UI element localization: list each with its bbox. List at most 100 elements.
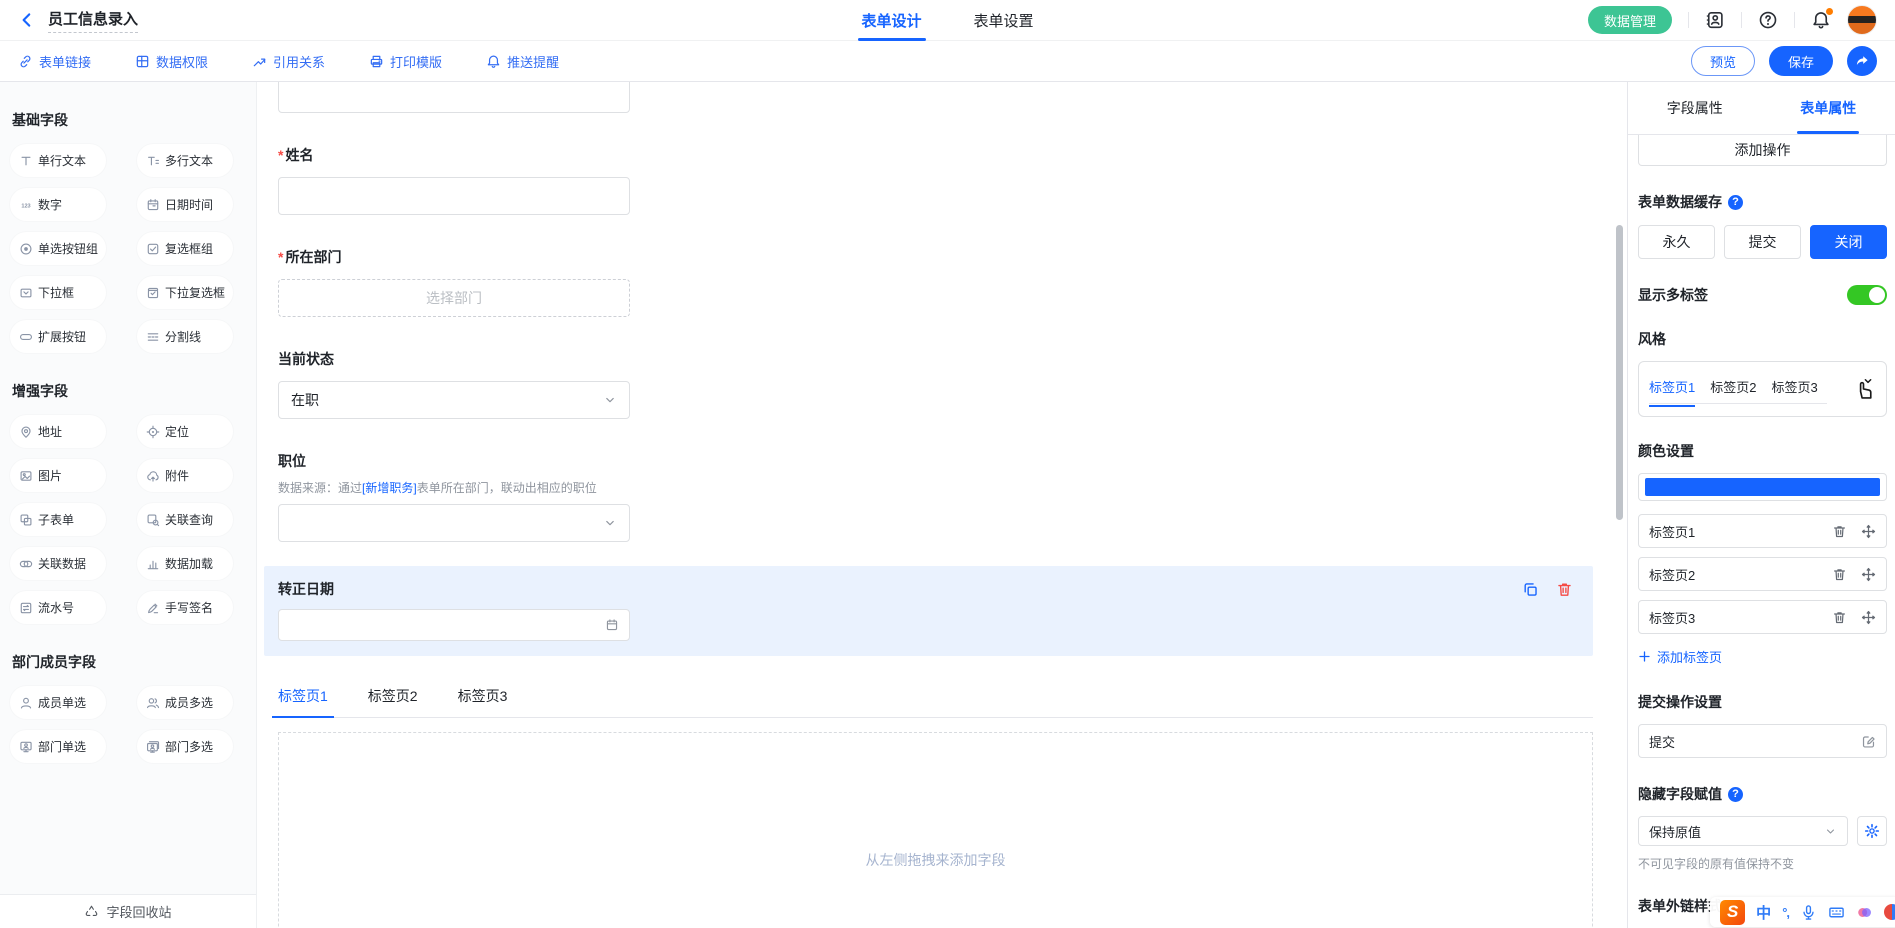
avatar[interactable] [1847, 5, 1877, 35]
serial-number-icon [19, 601, 33, 615]
cache-option-提交[interactable]: 提交 [1724, 225, 1801, 259]
back-icon[interactable] [18, 11, 36, 29]
ime-punctuation-toggle[interactable]: °, [1782, 905, 1789, 920]
notification-bell-icon[interactable] [1811, 10, 1831, 30]
field-chip-linked-data[interactable]: 关联数据 [10, 547, 106, 580]
tab-form-settings[interactable]: 表单设置 [974, 0, 1034, 41]
canvas-tab-1[interactable]: 标签页1 [278, 686, 328, 717]
trash-icon[interactable] [1832, 610, 1847, 625]
hidden-field-select[interactable]: 保持原值 [1638, 816, 1848, 846]
field-chip-member-multi[interactable]: 成员多选 [137, 686, 233, 719]
save-button[interactable]: 保存 [1769, 46, 1833, 76]
field-chip-datetime[interactable]: 日期时间 [137, 188, 233, 221]
field-chip-attachment[interactable]: 附件 [137, 459, 233, 492]
contacts-icon[interactable] [1705, 10, 1725, 30]
toolbar-link-printer[interactable]: 打印模版 [369, 52, 442, 71]
drop-zone[interactable]: 从左侧拖拽来添加字段 [278, 732, 1593, 928]
color-picker[interactable] [1638, 473, 1887, 501]
toolbar-link-bell[interactable]: 推送提醒 [486, 52, 559, 71]
field-chip-address[interactable]: 地址 [10, 415, 106, 448]
field-chip-dept-multi[interactable]: 部门多选 [137, 730, 233, 763]
tab-field-properties[interactable]: 字段属性 [1628, 82, 1762, 134]
field-date-input[interactable] [278, 609, 630, 641]
edit-icon[interactable] [1861, 734, 1876, 749]
drop-zone-hint: 从左侧拖拽来添加字段 [866, 850, 1006, 870]
toolbar-link-link[interactable]: 表单链接 [18, 52, 91, 71]
sogou-logo-icon[interactable]: S [1720, 900, 1745, 925]
share-button[interactable] [1847, 46, 1877, 76]
toolbar-link-reference[interactable]: 引用关系 [252, 52, 325, 71]
canvas-tab-2[interactable]: 标签页2 [368, 686, 418, 717]
divider [1741, 12, 1742, 28]
cache-options: 永久提交关闭 [1638, 225, 1887, 259]
preview-button[interactable]: 预览 [1691, 46, 1755, 76]
move-handle-icon[interactable] [1861, 610, 1876, 625]
data-manage-button[interactable]: 数据管理 [1588, 6, 1672, 34]
notification-badge [1826, 8, 1833, 15]
field-position[interactable]: 职位 数据来源：通过[新增职务]表单所在部门，联动出相应的职位 [278, 451, 1593, 542]
field-chip-location[interactable]: 定位 [137, 415, 233, 448]
field-chip-subform[interactable]: 子表单 [10, 503, 106, 536]
field-chip-data-load[interactable]: 数据加载 [137, 547, 233, 580]
field-name[interactable]: *姓名 [278, 145, 1593, 215]
field-chip-checkbox-group[interactable]: 复选框组 [137, 232, 233, 265]
field-chip-dept-single[interactable]: 部门单选 [10, 730, 106, 763]
delete-field-icon[interactable] [1556, 581, 1573, 598]
field-chip-serial-number[interactable]: 流水号 [10, 591, 106, 624]
toolbar-link-grid[interactable]: 数据权限 [135, 52, 208, 71]
field-status[interactable]: 当前状态 在职 [278, 349, 1593, 419]
help-circle-icon[interactable]: ? [1728, 195, 1743, 210]
field-department[interactable]: *所在部门 选择部门 [278, 247, 1593, 317]
cache-option-关闭[interactable]: 关闭 [1810, 225, 1887, 259]
ime-clipped-icon[interactable] [1884, 904, 1895, 920]
ime-skin-icon[interactable] [1856, 904, 1873, 921]
ime-language-toggle[interactable]: 中 [1756, 902, 1771, 923]
help-circle-icon[interactable]: ? [1728, 787, 1743, 802]
help-icon[interactable] [1758, 10, 1778, 30]
field-chip-image[interactable]: 图片 [10, 459, 106, 492]
field-chip-member-single[interactable]: 成员单选 [10, 686, 106, 719]
field-recycle-bin[interactable]: 字段回收站 [0, 894, 256, 928]
copy-field-icon[interactable] [1522, 581, 1539, 598]
clipped-field-input[interactable] [278, 82, 630, 113]
field-chip-signature[interactable]: 手写签名 [137, 591, 233, 624]
form-designer-app: 员工信息录入 表单设计 表单设置 数据管理 表单链接 数据权限 引用关系 打印模版 推送… [0, 0, 1895, 928]
field-name-input[interactable] [278, 177, 630, 215]
field-chip-divider[interactable]: 分割线 [137, 320, 233, 353]
cache-option-永久[interactable]: 永久 [1638, 225, 1715, 259]
scrollbar-thumb[interactable] [1616, 225, 1623, 520]
trash-icon[interactable] [1832, 524, 1847, 539]
multi-tab-toggle[interactable] [1847, 285, 1887, 305]
keyboard-icon[interactable] [1828, 904, 1845, 921]
mouse-cursor-icon [1854, 375, 1876, 401]
add-action-button[interactable]: 添加操作 [1638, 135, 1887, 166]
field-chip-linked-query[interactable]: 关联查询 [137, 503, 233, 536]
field-chip-expand-button[interactable]: 扩展按钮 [10, 320, 106, 353]
field-chip-number[interactable]: 123数字 [10, 188, 106, 221]
position-source-link[interactable]: [新增职务] [362, 481, 417, 495]
move-handle-icon[interactable] [1861, 524, 1876, 539]
field-chip-text-multi[interactable]: 多行文本 [137, 144, 233, 177]
field-department-picker[interactable]: 选择部门 [278, 279, 630, 317]
add-tab-page-link[interactable]: 添加标签页 [1638, 647, 1887, 666]
trash-icon[interactable] [1832, 567, 1847, 582]
field-chip-text-single[interactable]: 单行文本 [10, 144, 106, 177]
tab-page-row-3: 标签页3 [1638, 600, 1887, 634]
field-status-select[interactable]: 在职 [278, 381, 630, 419]
multi-tab-label: 显示多标签 [1638, 285, 1708, 305]
toolbar-links: 表单链接 数据权限 引用关系 打印模版 推送提醒 [18, 52, 559, 71]
hidden-field-settings-button[interactable] [1857, 816, 1887, 846]
tab-form-design[interactable]: 表单设计 [861, 0, 921, 41]
page-title[interactable]: 员工信息录入 [48, 8, 138, 33]
field-chip-multi-select[interactable]: 下拉复选框 [137, 276, 233, 309]
selected-field-regular-date[interactable]: 转正日期 [264, 566, 1593, 656]
microphone-icon[interactable] [1800, 904, 1817, 921]
submit-setting-input[interactable]: 提交 [1638, 724, 1887, 758]
field-position-select[interactable] [278, 504, 630, 542]
move-handle-icon[interactable] [1861, 567, 1876, 582]
field-chip-select[interactable]: 下拉框 [10, 276, 106, 309]
panel-tabs: 字段属性 表单属性 [1628, 82, 1895, 135]
canvas-tab-3[interactable]: 标签页3 [458, 686, 508, 717]
tab-form-properties[interactable]: 表单属性 [1762, 82, 1895, 134]
field-chip-radio-group[interactable]: 单选按钮组 [10, 232, 106, 265]
